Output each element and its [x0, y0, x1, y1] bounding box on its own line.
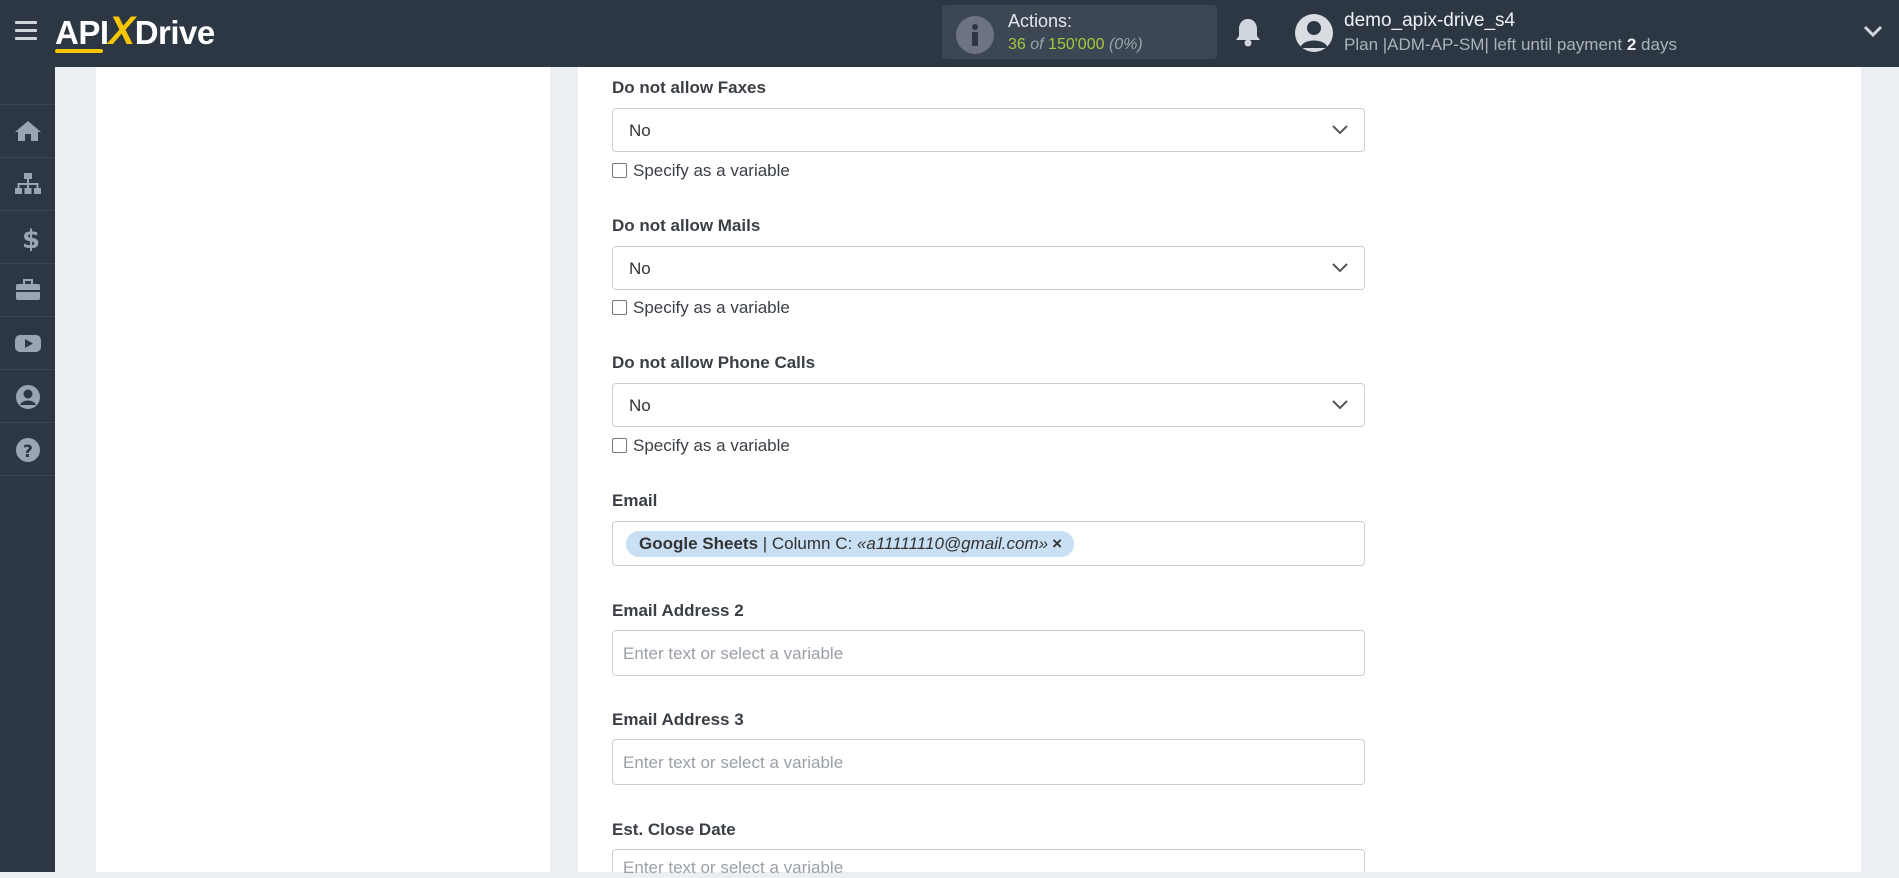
checkbox-label: Specify as a variable	[633, 161, 790, 180]
logo-underline	[55, 49, 103, 53]
checkbox-label: Specify as a variable	[633, 436, 790, 455]
dollar-icon: $	[22, 225, 40, 251]
select-value: No	[629, 396, 651, 415]
left-panel	[96, 67, 550, 872]
sidebar-item-connections[interactable]	[0, 158, 55, 211]
variable-tag[interactable]: Google Sheets | Column C: «a11111110@gma…	[626, 531, 1075, 557]
sidebar-item-services[interactable]	[0, 264, 55, 317]
checkbox-label: Specify as a variable	[633, 298, 790, 317]
home-icon	[15, 121, 41, 141]
logo[interactable]: APIXDrive	[55, 9, 215, 53]
sidebar-item-help[interactable]: ?	[0, 423, 55, 476]
actions-used: 36	[1008, 36, 1026, 53]
close-date-field[interactable]: Enter text or select a variable	[612, 849, 1365, 877]
username[interactable]: demo_apix-drive_s4	[1344, 10, 1515, 32]
checkbox[interactable]	[612, 438, 627, 453]
select-faxes[interactable]: No	[612, 108, 1365, 152]
field-label-phone-calls: Do not allow Phone Calls	[612, 353, 816, 372]
svg-text:?: ?	[23, 442, 33, 462]
select-phone-calls[interactable]: No	[612, 383, 1365, 427]
info-icon	[956, 16, 994, 54]
chevron-down-icon[interactable]	[1863, 24, 1883, 38]
bell-icon[interactable]	[1234, 17, 1262, 47]
logo-text-right: Drive	[134, 14, 216, 51]
briefcase-icon	[16, 279, 40, 300]
actions-counter: Actions: 36 of 150'000 (0%)	[942, 5, 1217, 59]
checkbox-variable-phone-calls[interactable]: Specify as a variable	[612, 436, 790, 456]
sidebar-item-home[interactable]	[0, 104, 55, 158]
sitemap-icon	[15, 173, 41, 194]
actions-title: Actions:	[1008, 11, 1073, 31]
actions-percent: (0%)	[1108, 36, 1143, 53]
chevron-down-icon	[1332, 125, 1348, 135]
help-icon: ?	[16, 438, 40, 462]
field-label-email-3: Email Address 3	[612, 710, 744, 729]
plan-days: 2	[1626, 35, 1637, 54]
checkbox[interactable]	[612, 163, 627, 178]
tag-value: «a11111110@gmail.com»	[856, 534, 1049, 553]
actions-count: 36 of 150'000 (0%)	[1008, 36, 1143, 54]
placeholder: Enter text or select a variable	[623, 858, 844, 877]
menu-icon[interactable]	[15, 21, 37, 41]
tag-column: | Column C:	[758, 534, 857, 553]
placeholder: Enter text or select a variable	[623, 644, 844, 663]
sidebar-item-video[interactable]	[0, 317, 55, 370]
avatar[interactable]	[1295, 14, 1333, 52]
chevron-down-icon	[1332, 263, 1348, 273]
plan-suffix: days	[1641, 35, 1677, 54]
field-label-close-date: Est. Close Date	[612, 820, 736, 839]
field-label-email: Email	[612, 491, 658, 510]
actions-total: 150'000	[1048, 36, 1105, 53]
logo-text-left: API	[55, 14, 109, 51]
chevron-down-icon	[1332, 400, 1348, 410]
checkbox-variable-faxes[interactable]: Specify as a variable	[612, 161, 790, 181]
email-address-3-field[interactable]: Enter text or select a variable	[612, 739, 1365, 785]
plan-info: Plan |ADM-AP-SM| left until payment 2 da…	[1344, 35, 1677, 55]
top-bar: APIXDrive Actions: 36 of 150'000 (0%) de…	[0, 0, 1899, 67]
sidebar: $ ?	[0, 67, 55, 872]
select-mails[interactable]: No	[612, 246, 1365, 290]
email-field[interactable]: Google Sheets | Column C: «a11111110@gma…	[612, 521, 1365, 566]
checkbox-variable-mails[interactable]: Specify as a variable	[612, 298, 790, 318]
sidebar-item-account[interactable]	[0, 370, 55, 423]
placeholder: Enter text or select a variable	[623, 753, 844, 772]
sidebar-item-billing[interactable]: $	[0, 211, 55, 264]
plan-prefix: Plan |ADM-AP-SM| left until payment	[1344, 35, 1623, 54]
field-label-mails: Do not allow Mails	[612, 216, 761, 235]
select-value: No	[629, 121, 651, 140]
user-circle-icon	[16, 385, 40, 409]
actions-of: of	[1030, 36, 1044, 53]
field-label-faxes: Do not allow Faxes	[612, 78, 766, 97]
logo-text-x: X	[108, 9, 136, 53]
svg-text:$: $	[22, 225, 40, 251]
email-address-2-field[interactable]: Enter text or select a variable	[612, 630, 1365, 676]
field-label-email-2: Email Address 2	[612, 601, 744, 620]
remove-tag-icon[interactable]: ×	[1052, 534, 1062, 553]
checkbox[interactable]	[612, 300, 627, 315]
select-value: No	[629, 259, 651, 278]
youtube-icon	[15, 335, 41, 352]
tag-source: Google Sheets	[639, 534, 759, 553]
